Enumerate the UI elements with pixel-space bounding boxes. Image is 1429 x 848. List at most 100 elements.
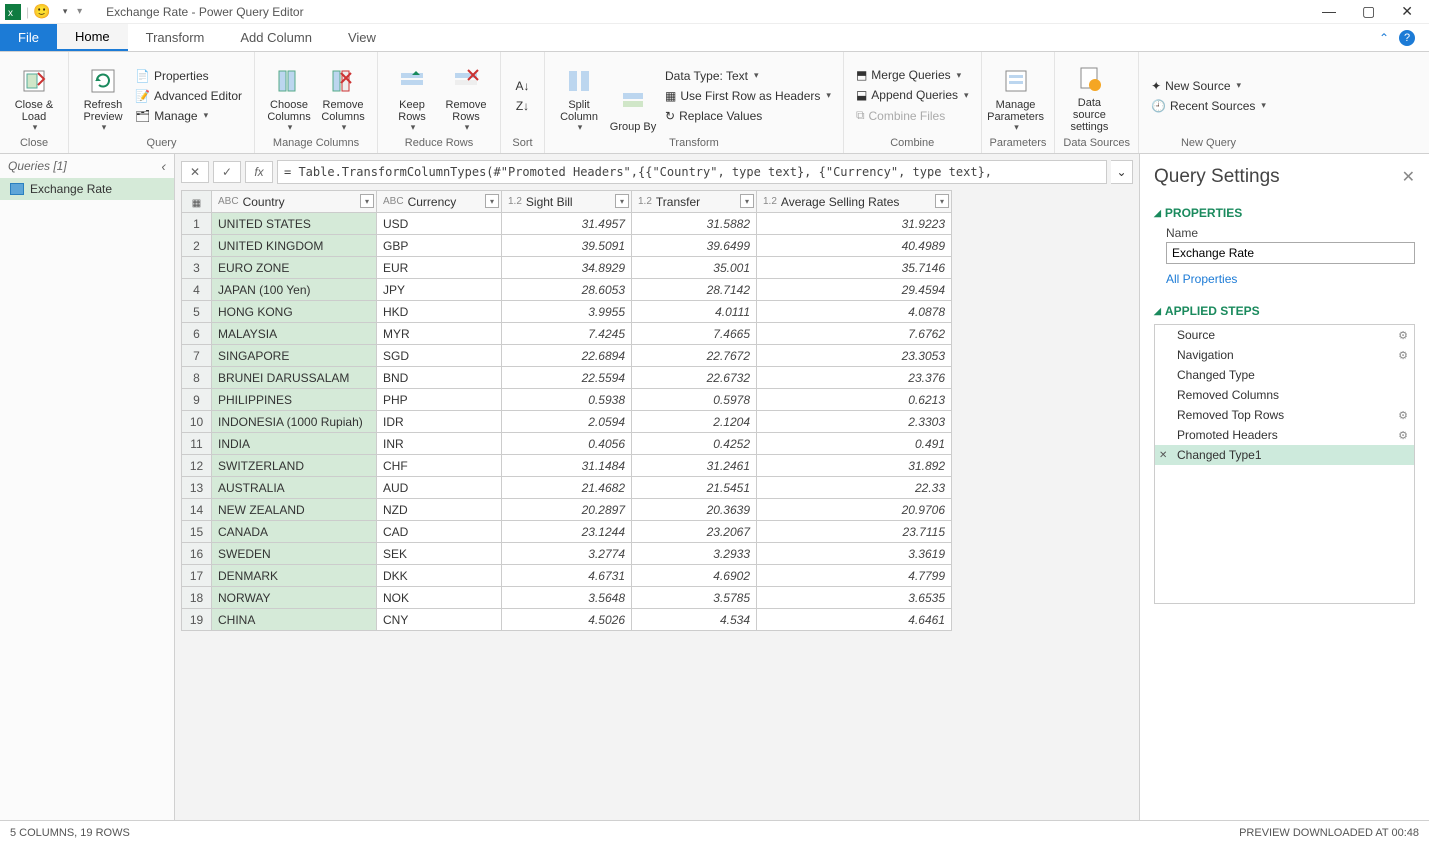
cell[interactable]: SEK <box>377 543 502 565</box>
datatype-button[interactable]: Data Type: Text <box>661 67 835 85</box>
row-number[interactable]: 14 <box>182 499 212 521</box>
applied-step[interactable]: Changed Type <box>1155 365 1414 385</box>
gear-icon[interactable]: ⚙ <box>1398 329 1408 342</box>
recent-sources-button[interactable]: 🕘Recent Sources <box>1147 97 1270 115</box>
table-row[interactable]: 7SINGAPORESGD22.689422.767223.3053 <box>182 345 952 367</box>
table-row[interactable]: 12SWITZERLANDCHF31.148431.246131.892 <box>182 455 952 477</box>
cell[interactable]: 2.0594 <box>502 411 632 433</box>
row-number[interactable]: 7 <box>182 345 212 367</box>
cell[interactable]: JAPAN (100 Yen) <box>212 279 377 301</box>
minimize-button[interactable]: — <box>1322 3 1336 20</box>
column-header[interactable]: 1.2Sight Bill▾ <box>502 191 632 213</box>
cell[interactable]: 4.5026 <box>502 609 632 631</box>
table-row[interactable]: 16SWEDENSEK3.27743.29333.3619 <box>182 543 952 565</box>
filter-icon[interactable]: ▾ <box>615 194 629 208</box>
cell[interactable]: 23.2067 <box>632 521 757 543</box>
table-row[interactable]: 10INDONESIA (1000 Rupiah)IDR2.05942.1204… <box>182 411 952 433</box>
properties-section-head[interactable]: ◢PROPERTIES <box>1154 206 1415 220</box>
applied-step[interactable]: Source⚙ <box>1155 325 1414 345</box>
cell[interactable]: 3.5648 <box>502 587 632 609</box>
cell[interactable]: 2.1204 <box>632 411 757 433</box>
cell[interactable]: HONG KONG <box>212 301 377 323</box>
row-number[interactable]: 4 <box>182 279 212 301</box>
cell[interactable]: NOK <box>377 587 502 609</box>
row-number[interactable]: 2 <box>182 235 212 257</box>
close-load-button[interactable]: Close & Load <box>8 56 60 135</box>
cell[interactable]: UNITED KINGDOM <box>212 235 377 257</box>
keep-rows-button[interactable]: Keep Rows <box>386 56 438 135</box>
table-row[interactable]: 2UNITED KINGDOMGBP39.509139.649940.4989 <box>182 235 952 257</box>
cell[interactable]: NZD <box>377 499 502 521</box>
new-source-button[interactable]: ✦New Source <box>1147 77 1270 95</box>
cell[interactable]: 22.6894 <box>502 345 632 367</box>
table-row[interactable]: 17DENMARKDKK4.67314.69024.7799 <box>182 565 952 587</box>
manage-button[interactable]: 🗂Manage <box>131 107 246 125</box>
cell[interactable]: 4.6461 <box>757 609 952 631</box>
row-number[interactable]: 8 <box>182 367 212 389</box>
cell[interactable]: 7.4665 <box>632 323 757 345</box>
cell[interactable]: JPY <box>377 279 502 301</box>
cell[interactable]: 7.6762 <box>757 323 952 345</box>
cell[interactable]: 3.3619 <box>757 543 952 565</box>
cell[interactable]: DENMARK <box>212 565 377 587</box>
row-number[interactable]: 6 <box>182 323 212 345</box>
close-button[interactable]: ✕ <box>1401 3 1413 20</box>
split-column-button[interactable]: Split Column <box>553 56 605 135</box>
table-row[interactable]: 1UNITED STATESUSD31.495731.588231.9223 <box>182 213 952 235</box>
applied-step[interactable]: Promoted Headers⚙ <box>1155 425 1414 445</box>
all-properties-link[interactable]: All Properties <box>1166 272 1415 286</box>
groupby-button[interactable]: Group By <box>607 56 659 135</box>
cell[interactable]: 4.6731 <box>502 565 632 587</box>
filter-icon[interactable]: ▾ <box>360 194 374 208</box>
row-number[interactable]: 11 <box>182 433 212 455</box>
cell[interactable]: 23.3053 <box>757 345 952 367</box>
table-row[interactable]: 19CHINACNY4.50264.5344.6461 <box>182 609 952 631</box>
datasource-settings-button[interactable]: Data source settings <box>1063 56 1115 135</box>
sort-desc-button[interactable]: Z↓ <box>514 97 531 115</box>
cell[interactable]: 31.9223 <box>757 213 952 235</box>
first-row-headers-button[interactable]: ▦Use First Row as Headers <box>661 87 835 105</box>
cell[interactable]: SWEDEN <box>212 543 377 565</box>
cancel-formula-button[interactable]: ✕ <box>181 161 209 183</box>
cell[interactable]: 22.6732 <box>632 367 757 389</box>
cell[interactable]: PHILIPPINES <box>212 389 377 411</box>
cell[interactable]: 0.5978 <box>632 389 757 411</box>
applied-step[interactable]: Removed Top Rows⚙ <box>1155 405 1414 425</box>
row-number[interactable]: 17 <box>182 565 212 587</box>
cell[interactable]: 23.7115 <box>757 521 952 543</box>
table-row[interactable]: 4JAPAN (100 Yen)JPY28.605328.714229.4594 <box>182 279 952 301</box>
cell[interactable]: GBP <box>377 235 502 257</box>
close-settings-icon[interactable]: ✕ <box>1402 167 1415 187</box>
column-header[interactable]: ABCCurrency▾ <box>377 191 502 213</box>
cell[interactable]: EURO ZONE <box>212 257 377 279</box>
column-header[interactable]: 1.2Transfer▾ <box>632 191 757 213</box>
cell[interactable]: 4.0878 <box>757 301 952 323</box>
cell[interactable]: 22.5594 <box>502 367 632 389</box>
row-number[interactable]: 18 <box>182 587 212 609</box>
cell[interactable]: CANADA <box>212 521 377 543</box>
row-number[interactable]: 16 <box>182 543 212 565</box>
cell[interactable]: 31.2461 <box>632 455 757 477</box>
applied-step[interactable]: Changed Type1 <box>1155 445 1414 465</box>
maximize-button[interactable]: ▢ <box>1362 3 1375 20</box>
sort-asc-button[interactable]: A↓ <box>514 77 532 95</box>
smiley-icon[interactable]: 🙂 <box>33 3 51 21</box>
cell[interactable]: AUD <box>377 477 502 499</box>
table-row[interactable]: 18NORWAYNOK3.56483.57853.6535 <box>182 587 952 609</box>
row-number[interactable]: 9 <box>182 389 212 411</box>
cell[interactable]: UNITED STATES <box>212 213 377 235</box>
replace-values-button[interactable]: ↻Replace Values <box>661 107 835 125</box>
query-name-input[interactable] <box>1166 242 1415 264</box>
table-row[interactable]: 5HONG KONGHKD3.99554.01114.0878 <box>182 301 952 323</box>
query-item[interactable]: Exchange Rate <box>0 178 174 200</box>
cell[interactable]: NORWAY <box>212 587 377 609</box>
cell[interactable]: CNY <box>377 609 502 631</box>
cell[interactable]: MALAYSIA <box>212 323 377 345</box>
cell[interactable]: 0.5938 <box>502 389 632 411</box>
cell[interactable]: 20.3639 <box>632 499 757 521</box>
help-icon[interactable]: ? <box>1399 30 1415 46</box>
refresh-preview-button[interactable]: Refresh Preview <box>77 56 129 135</box>
filter-icon[interactable]: ▾ <box>740 194 754 208</box>
cell[interactable]: 3.9955 <box>502 301 632 323</box>
cell[interactable]: CHF <box>377 455 502 477</box>
